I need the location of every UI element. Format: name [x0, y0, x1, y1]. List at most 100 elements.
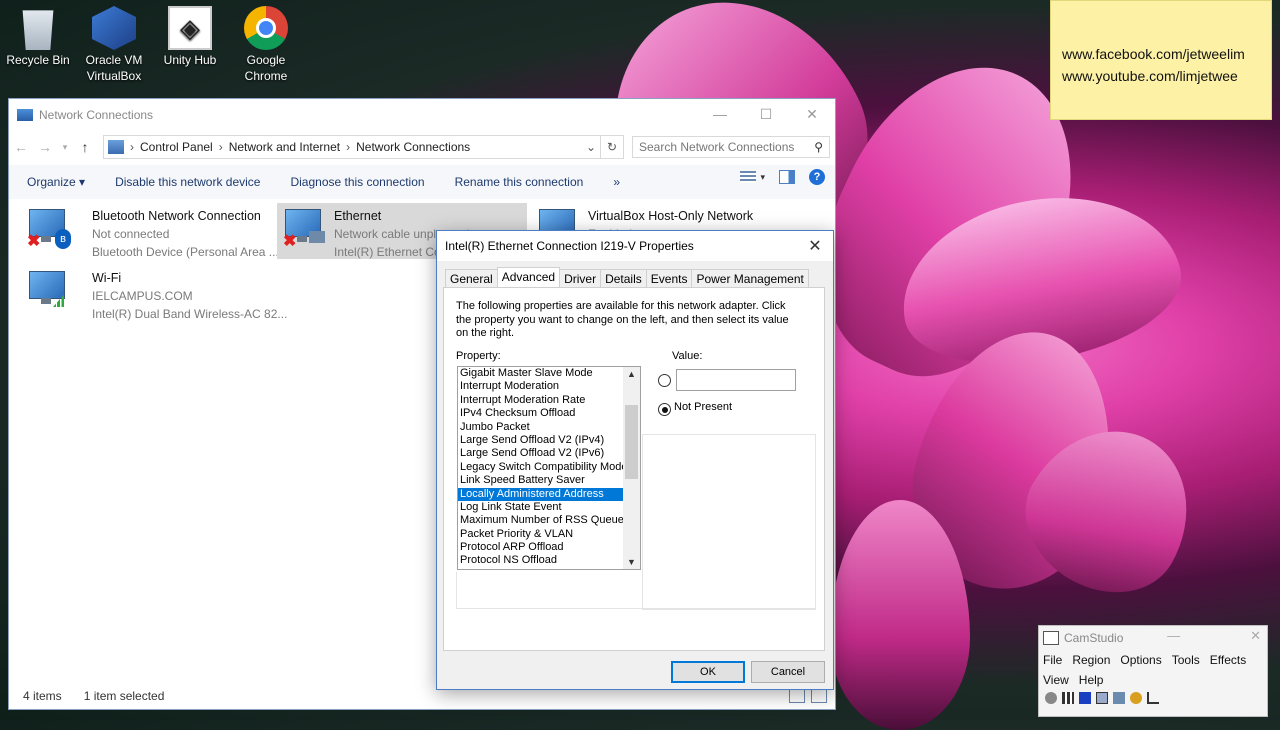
property-list-item[interactable]: Link Speed Battery Saver: [458, 474, 624, 487]
property-list-item[interactable]: Gigabit Master Slave Mode: [458, 367, 624, 380]
not-present-label: Not Present: [674, 401, 733, 413]
sticky-note[interactable]: www.facebook.com/jetweelim www.youtube.c…: [1050, 0, 1272, 120]
rename-button[interactable]: Rename this connection: [440, 175, 599, 189]
scroll-down-icon[interactable]: ▼: [623, 555, 640, 569]
connection-device: Bluetooth Device (Personal Area ...: [92, 245, 279, 259]
property-list-item[interactable]: Interrupt Moderation: [458, 380, 624, 393]
property-list-item[interactable]: Log Link State Event: [458, 501, 624, 514]
breadcrumb-network-connections[interactable]: Network Connections: [356, 140, 470, 154]
camstudio-title: CamStudio: [1064, 631, 1124, 645]
close-button[interactable]: ✕: [789, 99, 835, 129]
details-view-icon[interactable]: [789, 689, 805, 703]
network-adapter-icon: ✖ ʙ: [27, 209, 71, 250]
camstudio-icon: [1043, 631, 1059, 645]
connection-status: IELCAMPUS.COM: [92, 289, 193, 303]
address-bar[interactable]: › Control Panel › Network and Internet ›…: [103, 135, 601, 159]
desktop-icon-virtualbox[interactable]: Oracle VM VirtualBox: [78, 0, 150, 84]
desktop-icon-label: Recycle Bin: [6, 53, 70, 67]
record-icon[interactable]: [1045, 692, 1057, 704]
not-present-radio[interactable]: [658, 403, 671, 416]
property-list-item[interactable]: Protocol NS Offload: [458, 554, 624, 567]
property-list-item[interactable]: Large Send Offload V2 (IPv4): [458, 434, 624, 447]
forward-arrow-icon[interactable]: →: [33, 139, 57, 155]
scroll-up-icon[interactable]: ▲: [623, 367, 640, 381]
desktop-icon-unity-hub[interactable]: ◈ Unity Hub: [154, 0, 226, 68]
value-radio[interactable]: [658, 374, 671, 387]
stop-icon[interactable]: [1079, 692, 1091, 704]
property-list-item[interactable]: Interrupt Moderation Rate: [458, 394, 624, 407]
region-icon[interactable]: [1096, 692, 1108, 704]
ok-button[interactable]: OK: [671, 661, 745, 683]
large-icons-view-icon[interactable]: [811, 689, 827, 703]
control-panel-icon: [108, 140, 124, 154]
menu-help[interactable]: Help: [1079, 673, 1104, 687]
cancel-button[interactable]: Cancel: [751, 661, 825, 683]
more-commands-button[interactable]: »: [598, 175, 635, 189]
unity-hub-icon: ◈: [168, 6, 212, 50]
refresh-icon[interactable]: ↻: [601, 135, 624, 159]
property-list-item[interactable]: Jumbo Packet: [458, 421, 624, 434]
maximize-button[interactable]: ☐: [743, 99, 789, 129]
desktop-icon-label: Unity Hub: [163, 53, 217, 67]
back-arrow-icon[interactable]: ←: [9, 139, 33, 155]
tab-advanced[interactable]: Advanced: [496, 267, 561, 288]
search-input[interactable]: Search Network Connections ⚲: [632, 136, 830, 158]
connection-item-wifi[interactable]: Wi-Fi IELCAMPUS.COM Intel(R) Dual Band W…: [21, 265, 287, 321]
minimize-button[interactable]: —: [697, 99, 743, 129]
dialog-close-icon[interactable]: ✕: [797, 231, 833, 261]
annotation-icon[interactable]: [1147, 692, 1159, 704]
menu-options[interactable]: Options: [1120, 653, 1161, 667]
scroll-thumb[interactable]: [625, 405, 638, 479]
up-arrow-icon[interactable]: ↑: [73, 139, 97, 155]
menu-tools[interactable]: Tools: [1172, 653, 1200, 667]
breadcrumb-separator: ›: [346, 140, 351, 154]
window-title: Network Connections: [39, 108, 154, 122]
property-list-item[interactable]: IPv4 Checksum Offload: [458, 407, 624, 420]
dialog-titlebar[interactable]: Intel(R) Ethernet Connection I219-V Prop…: [437, 231, 833, 261]
value-label: Value:: [672, 350, 703, 362]
connection-name: Ethernet: [334, 209, 382, 223]
property-listbox[interactable]: Gigabit Master Slave Mode Interrupt Moder…: [457, 366, 641, 570]
menu-effects[interactable]: Effects: [1210, 653, 1246, 667]
camstudio-minimize-button[interactable]: —: [1167, 628, 1180, 644]
view-options-chevron-icon[interactable]: ▾: [760, 172, 765, 183]
recent-locations-icon[interactable]: ▾: [57, 142, 73, 153]
help-icon[interactable]: ?: [809, 169, 825, 185]
item-count: 4 items: [23, 689, 62, 703]
value-input[interactable]: [676, 369, 796, 391]
breadcrumb-network-and-internet[interactable]: Network and Internet: [229, 140, 340, 154]
panel-description: The following properties are available f…: [456, 300, 789, 339]
property-list-item[interactable]: Locally Administered Address: [458, 487, 624, 501]
property-list-item[interactable]: Legacy Switch Compatibility Mode: [458, 461, 628, 474]
preview-pane-icon[interactable]: [779, 170, 795, 184]
property-scrollbar[interactable]: ▲ ▼: [623, 367, 640, 569]
property-list-item[interactable]: Maximum Number of RSS Queues: [458, 514, 629, 527]
pause-icon[interactable]: [1062, 692, 1074, 704]
desktop-icon-chrome[interactable]: Google Chrome: [230, 0, 302, 84]
property-list-item[interactable]: Large Send Offload V2 (IPv6): [458, 447, 624, 460]
property-list-item[interactable]: Packet Priority & VLAN: [458, 528, 624, 541]
note-line: www.youtube.com/limjetwee: [1062, 68, 1238, 84]
diagnose-button[interactable]: Diagnose this connection: [275, 175, 439, 189]
disable-device-button[interactable]: Disable this network device: [100, 175, 275, 189]
camstudio-window: CamStudio — ✕ File Region Options Tools …: [1038, 625, 1268, 717]
selection-count: 1 item selected: [83, 689, 165, 703]
virtualbox-icon: [92, 6, 136, 50]
menu-region[interactable]: Region: [1072, 653, 1110, 667]
property-list-item[interactable]: Protocol ARP Offload: [458, 541, 624, 554]
property-help-frame: [456, 572, 816, 609]
connection-device: Intel(R) Dual Band Wireless-AC 82...: [92, 307, 288, 321]
desktop-icon-label: Google Chrome: [244, 53, 288, 83]
change-view-icon[interactable]: [740, 171, 757, 183]
menu-view[interactable]: View: [1043, 673, 1069, 687]
settings-gear-icon[interactable]: [1130, 692, 1142, 704]
desktop-icon-recycle-bin[interactable]: Recycle Bin: [2, 0, 74, 68]
connection-item-bluetooth[interactable]: ✖ ʙ Bluetooth Network Connection Not conn…: [21, 203, 279, 259]
video-options-icon[interactable]: [1113, 692, 1125, 704]
breadcrumb-control-panel[interactable]: Control Panel: [140, 140, 213, 154]
search-icon: ⚲: [814, 140, 823, 154]
camstudio-close-button[interactable]: ✕: [1250, 628, 1261, 644]
organize-button[interactable]: Organize ▾: [9, 175, 100, 189]
chevron-down-icon[interactable]: ⌄: [586, 140, 596, 154]
menu-file[interactable]: File: [1043, 653, 1062, 667]
